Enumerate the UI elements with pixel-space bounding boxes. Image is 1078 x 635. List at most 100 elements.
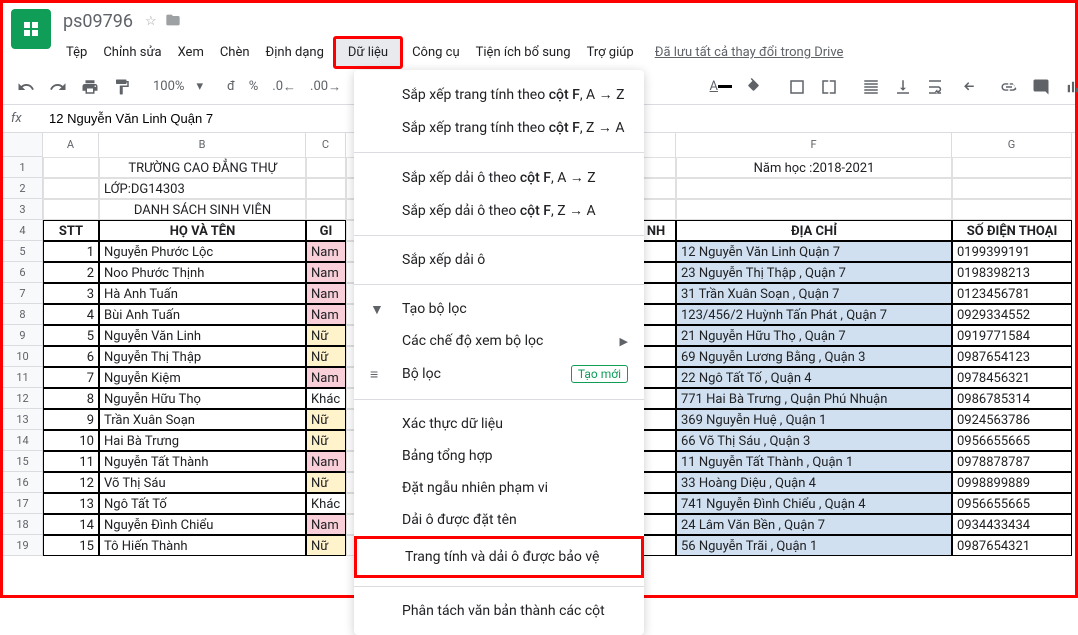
cell-name[interactable]: Trần Xuân Soạn [99,409,306,430]
cell-phone[interactable]: 0978878787 [952,451,1072,472]
autosave-status[interactable]: Đã lưu tất cả thay đổi trong Drive [655,45,844,60]
cell-gender[interactable]: Nữ [306,409,346,430]
school-title[interactable]: TRƯỜNG CAO ĐẲNG THỰ [99,157,306,178]
cell-addr[interactable]: 12 Nguyễn Văn Linh Quận 7 [676,241,952,262]
cell-addr[interactable]: 33 Hoàng Diệu , Quận 4 [676,472,952,493]
cell-gender[interactable]: Nam [306,304,346,325]
randomize-range[interactable]: Đặt ngẫu nhiên phạm vi [354,472,644,504]
sort-sheet-za[interactable]: Sắp xếp trang tính theo cột F, Z → A [354,111,644,144]
row-header[interactable]: 18 [3,514,43,535]
row-header[interactable]: 5 [3,241,43,262]
hdr-name[interactable]: HỌ VÀ TÊN [99,220,306,241]
cell-name[interactable]: Nguyễn Hữu Thọ [99,388,306,409]
fill-color-button[interactable] [740,74,770,100]
cell-gender[interactable]: Nữ [306,430,346,451]
cell-addr[interactable]: 21 Nguyễn Hữu Thọ , Quận 7 [676,325,952,346]
sort-sheet-az[interactable]: Sắp xếp trang tính theo cột F, A → Z [354,78,644,111]
row-header[interactable]: 2 [3,178,43,199]
cell-gender[interactable]: Nam [306,241,346,262]
cell-addr[interactable]: 11 Nguyễn Tất Thành , Quận 1 [676,451,952,472]
cell-name[interactable]: Nguyễn Phước Lộc [99,241,306,262]
insert-link-button[interactable] [994,74,1024,100]
row-header[interactable]: 6 [3,262,43,283]
zoom-dropdown-icon[interactable]: ▾ [190,75,209,98]
hdr-addr[interactable]: ĐỊA CHỈ [676,220,952,241]
cell-addr[interactable]: 69 Nguyễn Lương Bằng , Quận 3 [676,346,952,367]
row-header[interactable]: 8 [3,304,43,325]
cell-stt[interactable]: 9 [43,409,99,430]
cell-stt[interactable]: 1 [43,241,99,262]
cell-name[interactable]: Ngô Tất Tố [99,493,306,514]
cell[interactable] [676,199,952,220]
doc-title[interactable]: ps09796 [59,9,137,34]
cell-stt[interactable]: 2 [43,262,99,283]
class-label[interactable]: LỚP:DG14303 [99,178,306,199]
cell[interactable] [952,199,1072,220]
menu-insert[interactable]: Chèn [213,41,257,64]
cell[interactable] [952,178,1072,199]
horizontal-align-button[interactable] [856,74,886,100]
vertical-align-button[interactable] [888,74,918,100]
cell-stt[interactable]: 8 [43,388,99,409]
row-header[interactable]: 11 [3,367,43,388]
cell-gender[interactable]: Nam [306,283,346,304]
row-header[interactable]: 14 [3,430,43,451]
menu-addons[interactable]: Tiện ích bổ sung [469,41,578,64]
cell-name[interactable]: Tô Hiến Thành [99,535,306,556]
text-color-button[interactable]: A [704,75,738,98]
cell[interactable] [43,178,99,199]
insert-comment-button[interactable] [1026,74,1056,100]
zoom-level[interactable]: 100% [149,79,188,94]
cell-gender[interactable]: Nữ [306,535,346,556]
cell-addr[interactable]: 123/456/2 Huỳnh Tấn Phát , Quận 7 [676,304,952,325]
cell-gender[interactable]: Nam [306,514,346,535]
pivot-table[interactable]: Bảng tổng hợp [354,440,644,472]
borders-button[interactable] [782,74,812,100]
cell-name[interactable]: Hà Anh Tuấn [99,283,306,304]
cell-gender[interactable]: Nữ [306,472,346,493]
move-folder-icon[interactable] [165,12,181,32]
menu-tools[interactable]: Công cụ [405,41,467,64]
filter-views[interactable]: Các chế độ xem bộ lọc▶ [354,325,644,357]
menu-format[interactable]: Định dạng [259,41,331,64]
cell[interactable] [952,157,1072,178]
cell-stt[interactable]: 4 [43,304,99,325]
cell[interactable] [306,178,346,199]
row-header[interactable]: 13 [3,409,43,430]
menu-edit[interactable]: Chỉnh sửa [96,41,168,64]
hdr-phone[interactable]: SỐ ĐIỆN THOẠI [952,220,1072,241]
cell-phone[interactable]: 0199399191 [952,241,1072,262]
row-header[interactable]: 12 [3,388,43,409]
cell[interactable] [676,178,952,199]
cell-stt[interactable]: 7 [43,367,99,388]
col-header-G[interactable]: G [952,133,1072,157]
row-header[interactable]: 17 [3,493,43,514]
cell[interactable] [43,157,99,178]
row-header[interactable]: 3 [3,199,43,220]
split-text-to-columns[interactable]: Phân tách văn bản thành các cột [354,595,644,627]
row-header[interactable]: 4 [3,220,43,241]
sheets-logo[interactable] [11,9,51,49]
cell-stt[interactable]: 12 [43,472,99,493]
cell-name[interactable]: Noo Phước Thịnh [99,262,306,283]
cell-stt[interactable]: 6 [43,346,99,367]
col-header-A[interactable]: A [43,133,99,157]
menu-help[interactable]: Trợ giúp [580,41,641,64]
undo-button[interactable] [11,74,41,100]
cell-phone[interactable]: 0978456321 [952,367,1072,388]
cell-name[interactable]: Hai Bà Trưng [99,430,306,451]
cell-phone[interactable]: 0956655665 [952,430,1072,451]
cell-addr[interactable]: 771 Hai Bà Trưng , Quận Phú Nhuận [676,388,952,409]
insert-chart-button[interactable] [1058,74,1078,100]
select-all-corner[interactable] [3,133,43,157]
data-validation[interactable]: Xác thực dữ liệu [354,408,644,440]
redo-button[interactable] [43,74,73,100]
col-header-F[interactable]: F [676,133,952,157]
cell-name[interactable]: Nguyễn Kiệm [99,367,306,388]
cell-addr[interactable]: 369 Nguyễn Huệ , Quận 1 [676,409,952,430]
cell-addr[interactable]: 24 Lâm Văn Bền , Quận 7 [676,514,952,535]
cell-phone[interactable]: 0987654123 [952,346,1072,367]
cell-phone[interactable]: 0956655665 [952,493,1072,514]
cell-addr[interactable]: 31 Trần Xuân Soạn , Quận 7 [676,283,952,304]
cell-phone[interactable]: 0919771584 [952,325,1072,346]
